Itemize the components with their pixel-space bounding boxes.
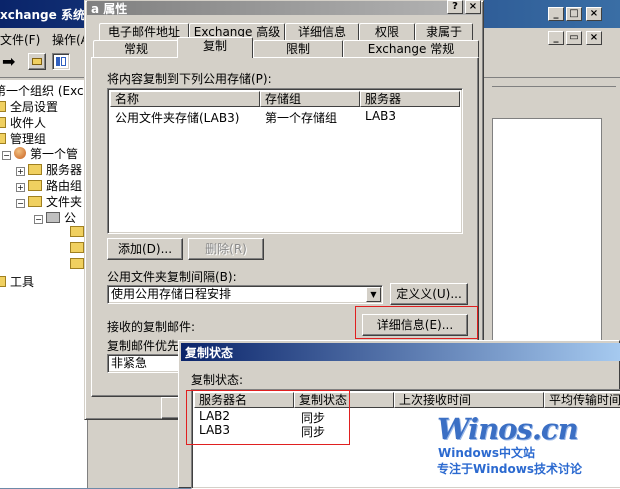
folder-icon [28,164,42,175]
store-name: 公用文件夹存储(LAB3) [115,111,240,125]
remove-button[interactable]: 删除(R) [188,238,264,260]
column-header-storage-group[interactable]: 存储组 [260,91,360,107]
watermark-line-1: Windows中文站 [438,446,535,460]
folder-icon [28,196,42,207]
replication-interval-select[interactable]: 使用公用存储日程安排 ▼ [107,285,383,304]
priority-select[interactable]: 非紧急 [107,354,183,373]
tab-replication[interactable]: 复制 [177,37,253,58]
column-header-server-name[interactable]: 服务器名 [194,392,294,408]
folder-icon [0,133,6,144]
folder-icon [0,101,6,112]
tree-item-tools[interactable]: 工具 [0,273,34,290]
tab-email-addresses[interactable]: 电子邮件地址 [99,23,189,41]
tree-item-global-settings[interactable]: 全局设置 [0,98,58,115]
mmc-close-button[interactable]: × [586,7,602,21]
tree-item-routing-groups[interactable]: + 路由组 [16,177,82,194]
tree-item-recipients[interactable]: 收件人 [0,114,46,131]
watermark-line-2: 专注于Windows技术讨论 [437,462,582,476]
console-tree: 第一个组织 (Exc 全局设置 收件人 管理组 − 第一个管 + 服务器 + 路由组 … [0,80,88,488]
status-label: 复制状态: [191,373,244,387]
column-header-replication-state[interactable]: 复制状态 [294,392,394,408]
table-row[interactable]: 公用文件夹存储(LAB3) 第一个存储组 LAB3 [110,109,460,125]
tree-item-public-folders[interactable]: − 公 [34,209,76,226]
status-title: 复制状态 [185,346,234,360]
server-name: LAB2 [199,409,231,423]
forward-arrow-icon[interactable]: ➡ [2,52,15,71]
dialog-title: a 属性 [91,2,128,16]
details-button[interactable]: 详细信息(E)... [362,314,468,336]
replication-state: 同步 [301,425,326,439]
tree-item-folders[interactable]: − 文件夹 [16,193,82,210]
folder-icon[interactable] [70,258,84,269]
column-header-avg-transfer[interactable]: 平均传输时间 [544,392,620,408]
tab-general[interactable]: 常规 [93,40,179,58]
folder-icon [28,180,42,191]
public-stores-list[interactable]: 名称 存储组 服务器 公用文件夹存储(LAB3) 第一个存储组 LAB3 [107,88,463,234]
tree-item-first-admin-group[interactable]: − 第一个管 [2,145,78,162]
up-folder-icon[interactable] [28,53,46,70]
menu-file[interactable]: 文件(F) [0,31,40,48]
expand-icon[interactable]: + [16,183,25,192]
add-button[interactable]: 添加(D)... [107,238,183,260]
watermark-logo: Winos.cn [437,412,579,446]
dropdown-arrow-icon[interactable]: ▼ [366,287,381,302]
collapse-icon[interactable]: − [34,215,43,224]
store-group: 第一个存储组 [265,111,338,125]
folder-icon [0,276,6,287]
tree-item-servers[interactable]: + 服务器 [16,161,82,178]
store-server: LAB3 [365,109,397,123]
customize-button[interactable]: 定义义(U)... [390,283,468,305]
folder-icon[interactable] [70,242,84,253]
server-name: LAB3 [199,423,231,437]
mmc-maximize-button[interactable]: □ [566,7,582,21]
admin-group-icon [14,147,26,159]
collapse-icon[interactable]: − [16,199,25,208]
public-folder-tree-icon [46,212,60,223]
show-tree-icon[interactable] [52,53,70,70]
mmc-title: xchange 系统管 [0,8,97,22]
dialog-title-bar: a 属性 ? × [87,0,481,16]
help-button[interactable]: ? [447,0,463,14]
child-minimize-button[interactable]: _ [548,31,564,45]
status-title-bar: 复制状态 [181,343,620,361]
replicate-stores-label: 将内容复制到下列公用存储(P): [107,72,272,86]
tab-details[interactable]: 详细信息 [285,23,359,41]
column-header-last-received[interactable]: 上次接收时间 [394,392,544,408]
child-restore-button[interactable]: ▭ [566,31,582,45]
folder-icon [0,117,6,128]
tab-limits[interactable]: 限制 [253,40,343,58]
tree-item-org[interactable]: 第一个组织 (Exc [0,82,84,99]
collapse-icon[interactable]: − [2,151,11,160]
expand-icon[interactable]: + [16,167,25,176]
mmc-minimize-button[interactable]: _ [548,7,564,21]
priority-label: 复制邮件优先 [107,339,180,353]
tab-exchange-general[interactable]: Exchange 常规 [343,40,479,58]
received-replication-label: 接收的复制邮件: [107,320,196,334]
dialog-close-button[interactable]: × [465,0,481,14]
column-header-server[interactable]: 服务器 [360,91,460,107]
column-header-name[interactable]: 名称 [110,91,260,107]
tab-member-of[interactable]: 隶属于 [415,23,473,41]
replication-interval-label: 公用文件夹复制间隔(B): [107,270,237,284]
folder-icon[interactable] [70,226,84,237]
child-close-button[interactable]: × [586,31,602,45]
tab-permissions[interactable]: 权限 [359,23,415,41]
